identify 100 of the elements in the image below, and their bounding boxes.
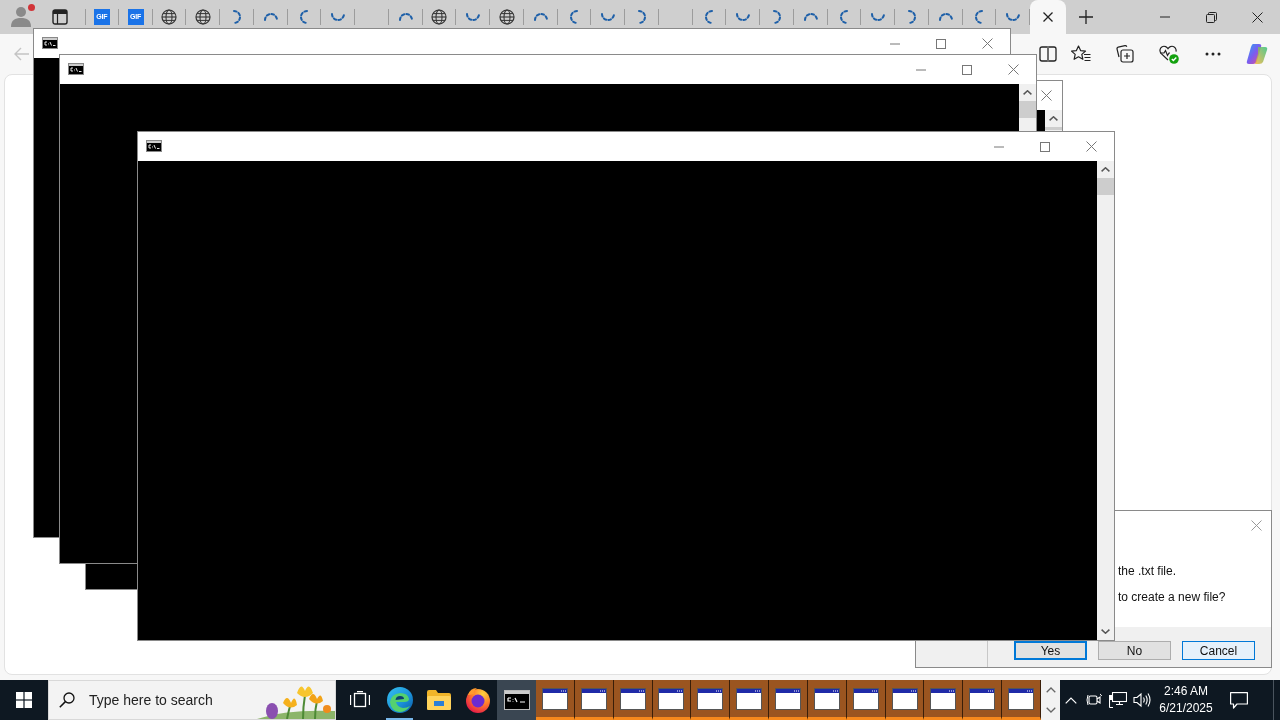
console-icon bbox=[42, 37, 58, 49]
loading-spinner-icon bbox=[1006, 12, 1021, 21]
dialog-button[interactable]: Cancel bbox=[1182, 641, 1255, 660]
taskbar-window-button[interactable] bbox=[963, 680, 1003, 720]
minimize-icon bbox=[994, 145, 1004, 148]
flame-globe-icon bbox=[464, 687, 491, 713]
dialog-button[interactable]: Yes bbox=[1014, 641, 1087, 660]
more-icon bbox=[1205, 52, 1221, 56]
loading-spinner-icon bbox=[232, 9, 241, 24]
gradient-logo-icon bbox=[1246, 43, 1268, 65]
close-icon bbox=[981, 38, 993, 49]
loading-spinner-icon bbox=[570, 9, 579, 24]
dialog-button[interactable]: No bbox=[1098, 641, 1171, 660]
minimize-icon bbox=[1160, 16, 1170, 18]
scrollbar[interactable] bbox=[1097, 161, 1114, 640]
loading-spinner-icon bbox=[466, 12, 481, 21]
taskbar-window-button[interactable] bbox=[924, 680, 964, 720]
loading-spinner-icon bbox=[398, 12, 413, 21]
taskbar-window-button[interactable] bbox=[652, 680, 692, 720]
loading-spinner-icon bbox=[300, 9, 309, 24]
taskbar-window-button[interactable] bbox=[807, 680, 847, 720]
search-field[interactable]: Type here to search bbox=[48, 680, 336, 720]
swirl-logo-icon bbox=[386, 687, 413, 713]
video-camera-icon bbox=[1086, 692, 1102, 708]
loading-spinner-icon bbox=[803, 12, 818, 21]
taskbar-window-button[interactable] bbox=[574, 680, 614, 720]
loading-spinner-icon bbox=[975, 9, 984, 24]
close-icon bbox=[1007, 64, 1019, 75]
window-icon bbox=[813, 687, 840, 710]
window-icon bbox=[658, 687, 685, 710]
globe-icon bbox=[161, 8, 178, 25]
search-icon bbox=[59, 692, 75, 708]
console-icon bbox=[68, 63, 84, 75]
globe-icon bbox=[195, 8, 212, 25]
maximize-icon bbox=[936, 38, 946, 49]
close-icon bbox=[1041, 90, 1052, 101]
window-icon bbox=[697, 687, 724, 710]
message-text: the .txt file. bbox=[1118, 563, 1178, 580]
scrollbar-thumb[interactable] bbox=[1045, 127, 1062, 130]
window-icon bbox=[969, 687, 996, 710]
window-icon bbox=[541, 687, 568, 710]
console-icon bbox=[146, 140, 162, 152]
windows-logo-icon bbox=[16, 692, 32, 708]
loading-spinner-icon bbox=[533, 12, 548, 21]
maximize-icon bbox=[1040, 141, 1050, 152]
folder-icon bbox=[426, 690, 451, 710]
loading-spinner-icon bbox=[637, 9, 646, 24]
clock-button[interactable]: 2:46 AM 6/21/2025 bbox=[1156, 680, 1216, 720]
notifications-icon bbox=[1230, 691, 1248, 709]
globe-icon bbox=[431, 8, 448, 25]
scrollbar-thumb[interactable] bbox=[1097, 178, 1114, 195]
taskbar-window-button[interactable] bbox=[730, 680, 770, 720]
taskbar-window-button[interactable] bbox=[536, 680, 575, 720]
close-icon bbox=[1085, 141, 1097, 152]
window-icon bbox=[736, 687, 763, 710]
taskbar-window-button[interactable] bbox=[691, 680, 731, 720]
star-list-icon bbox=[1071, 45, 1091, 63]
heart-pulse-icon bbox=[1159, 44, 1179, 64]
close-icon bbox=[1250, 520, 1262, 531]
console-icon bbox=[503, 690, 530, 710]
loading-spinner-icon bbox=[871, 12, 886, 21]
split-screen-icon bbox=[1039, 46, 1057, 62]
taskbar-window-button[interactable] bbox=[613, 680, 653, 720]
taskbar-window-button[interactable] bbox=[769, 680, 808, 720]
person-silhouette-icon bbox=[10, 5, 32, 27]
loading-spinner-icon bbox=[840, 9, 849, 24]
window-icon bbox=[775, 687, 801, 710]
tab-panel-icon bbox=[52, 8, 68, 25]
close-icon bbox=[1251, 11, 1263, 23]
loading-spinner-icon bbox=[331, 12, 346, 21]
restore-icon bbox=[1205, 11, 1217, 23]
caret-down-icon bbox=[1045, 707, 1056, 713]
taskbar-window-button[interactable] bbox=[1002, 680, 1041, 720]
globe-icon bbox=[498, 8, 515, 25]
minimize-icon bbox=[916, 68, 926, 71]
minimize-icon bbox=[890, 42, 900, 45]
window-icon bbox=[1008, 687, 1035, 710]
window-icon bbox=[930, 687, 957, 710]
volume-icon bbox=[1133, 692, 1151, 708]
loading-spinner-icon bbox=[772, 9, 781, 24]
loading-spinner-icon bbox=[601, 12, 616, 21]
window-icon bbox=[580, 687, 607, 710]
stacked-squares-plus-icon bbox=[1116, 45, 1134, 63]
close-icon bbox=[1043, 12, 1053, 22]
taskbar-app-button[interactable] bbox=[497, 680, 536, 720]
loading-spinner-icon bbox=[263, 12, 278, 21]
taskbar-window-button[interactable] bbox=[846, 680, 886, 720]
task-view-icon bbox=[350, 691, 370, 709]
plus-icon bbox=[1079, 10, 1093, 24]
loading-spinner-icon bbox=[705, 9, 714, 24]
message-text: to create a new file? bbox=[1118, 589, 1227, 606]
window-icon bbox=[891, 687, 918, 710]
loading-spinner-icon bbox=[736, 12, 751, 21]
caret-up-icon bbox=[1045, 687, 1056, 693]
window-icon bbox=[619, 687, 646, 710]
chevron-up-icon bbox=[1065, 696, 1077, 704]
taskbar-window-button[interactable] bbox=[885, 680, 925, 720]
scrollbar-thumb[interactable] bbox=[1019, 101, 1036, 118]
loading-spinner-icon bbox=[907, 9, 916, 24]
network-icon bbox=[1109, 692, 1127, 708]
